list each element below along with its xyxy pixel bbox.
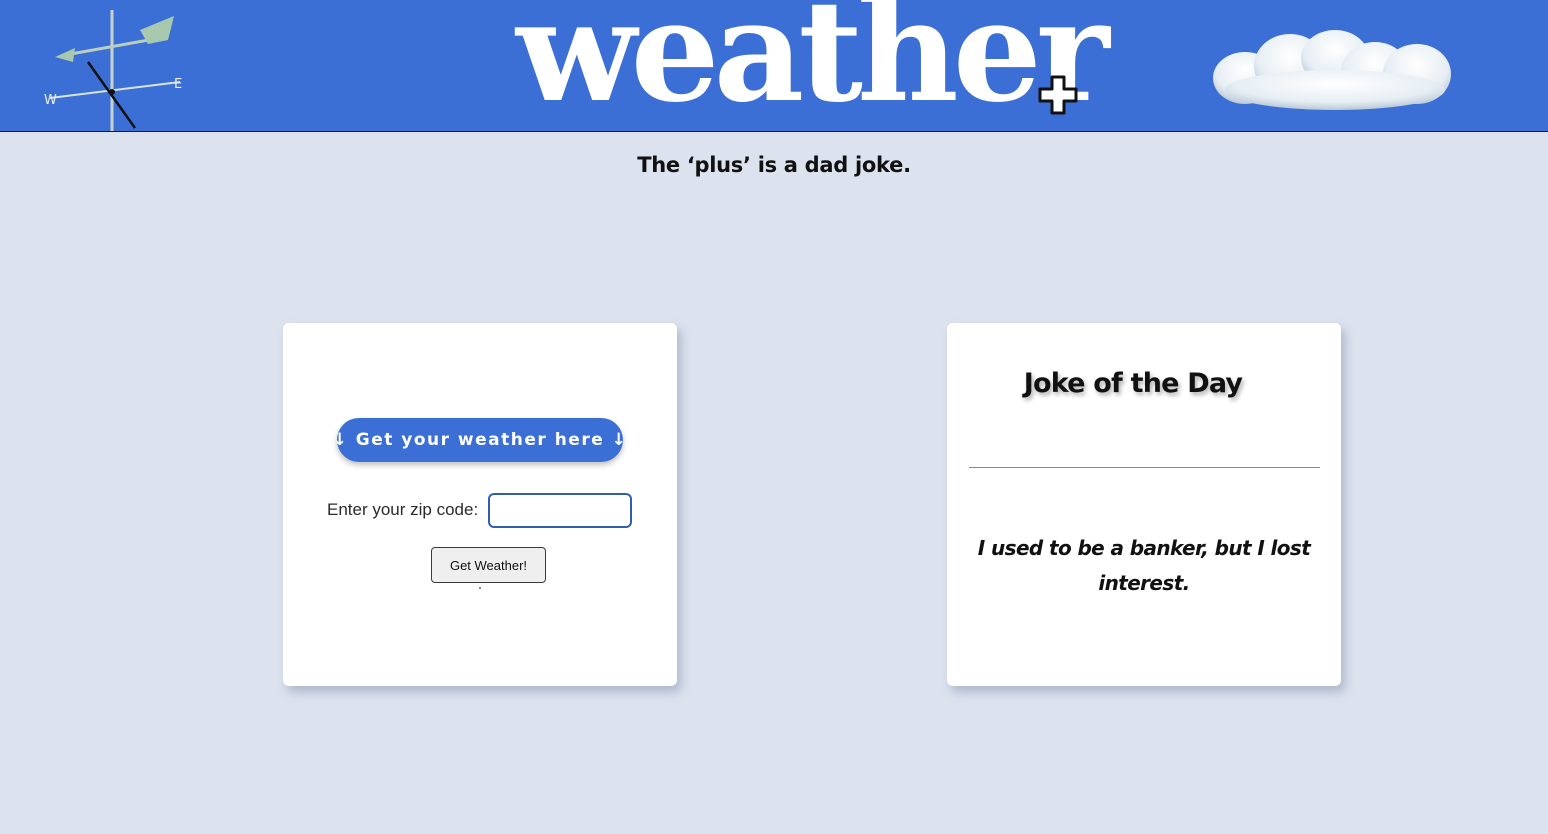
weather-result [479, 587, 481, 589]
joke-title: Joke of the Day [1023, 368, 1243, 399]
joke-divider [969, 467, 1320, 468]
zip-code-input[interactable] [488, 493, 632, 528]
weather-vane-icon: W E [44, 10, 182, 131]
svg-text:E: E [174, 77, 182, 92]
weather-heading-pill: ↓ Get your weather here ↓ [333, 418, 626, 462]
site-logo: weather [516, 0, 1110, 132]
get-weather-button[interactable]: Get Weather! [431, 547, 546, 583]
tagline: The ‘plus’ is a dad joke. [637, 153, 911, 177]
cloud-icon [1213, 30, 1451, 110]
joke-card: Joke of the Day I used to be a banker, b… [947, 323, 1341, 686]
zip-code-label: Enter your zip code: [327, 500, 479, 519]
joke-text: I used to be a banker, but I lost intere… [977, 536, 1311, 595]
plus-icon [1038, 75, 1078, 115]
svg-text:W: W [44, 93, 57, 108]
weather-card: ↓ Get your weather here ↓ Enter your zip… [283, 323, 677, 686]
site-header: W E weather [0, 0, 1548, 132]
